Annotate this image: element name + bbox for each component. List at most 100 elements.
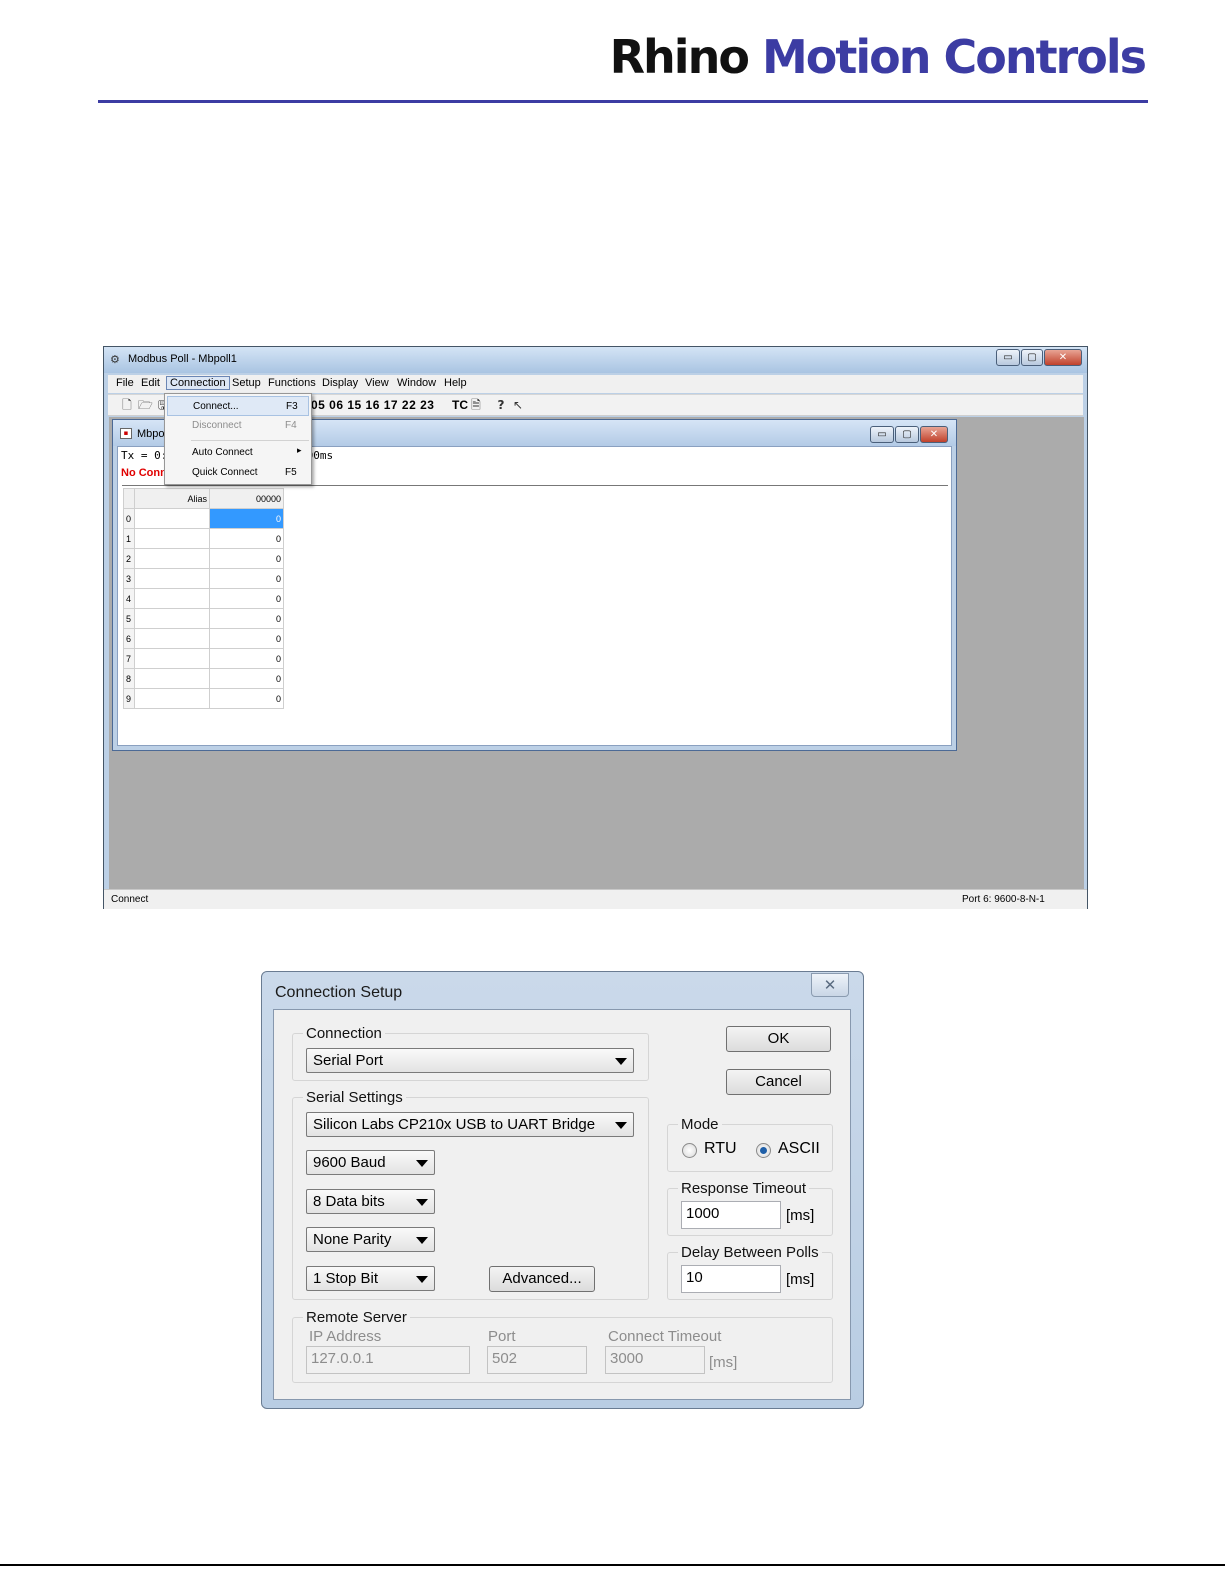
menu-item-disconnect[interactable]: Disconnect F4 (167, 416, 309, 436)
value-cell[interactable]: 0 (209, 548, 284, 569)
port-input[interactable]: 502 (487, 1346, 587, 1374)
menu-display[interactable]: Display (322, 377, 358, 389)
alias-cell[interactable] (134, 508, 210, 529)
function-code-buttons[interactable]: 05 06 15 16 17 22 23 (311, 398, 434, 412)
serial-port-select[interactable]: Silicon Labs CP210x USB to UART Bridge (306, 1112, 634, 1137)
child-maximize-button[interactable]: ▢ (895, 426, 919, 443)
main-title-bar[interactable]: ⚙ Modbus Poll - Mbpoll1 ▭ ▢ ✕ (104, 347, 1087, 373)
alias-cell[interactable] (134, 528, 210, 549)
dialog-title: Connection Setup (275, 984, 403, 1001)
menu-window[interactable]: Window (397, 377, 436, 389)
menu-item-auto-connect[interactable]: Auto Connect ▸ (167, 443, 309, 463)
child-close-button[interactable]: ✕ (920, 426, 948, 443)
value-cell[interactable]: 0 (209, 528, 284, 549)
menu-item-shortcut: F3 (286, 401, 298, 412)
context-help-icon[interactable]: ↖ (511, 398, 525, 412)
data-bits-select[interactable]: 8 Data bits (306, 1189, 435, 1214)
ip-address-input[interactable]: 127.0.0.1 (306, 1346, 470, 1374)
alias-header[interactable]: Alias (134, 488, 210, 509)
connection-group: Connection Serial Port (292, 1025, 649, 1081)
alias-cell[interactable] (134, 548, 210, 569)
cancel-button[interactable]: Cancel (726, 1069, 831, 1095)
maximize-button[interactable]: ▢ (1021, 349, 1043, 366)
menu-functions[interactable]: Functions (268, 377, 316, 389)
menu-item-shortcut: F5 (285, 467, 297, 478)
menu-item-label: Auto Connect (192, 447, 253, 458)
register-table: Alias 00000 00 10 20 30 40 50 60 70 80 9… (123, 488, 284, 709)
minimize-button[interactable]: ▭ (996, 349, 1020, 366)
row-index: 2 (123, 548, 135, 569)
value-cell[interactable]: 0 (209, 608, 284, 629)
port-label: Port (488, 1328, 516, 1345)
value-cell[interactable]: 0 (209, 568, 284, 589)
ok-button[interactable]: OK (726, 1026, 831, 1052)
row-index: 7 (123, 648, 135, 669)
value-cell[interactable]: 0 (209, 688, 284, 709)
value-cell[interactable]: 0 (209, 508, 284, 529)
connect-timeout-input[interactable]: 3000 (605, 1346, 705, 1374)
data-bits-value: 8 Data bits (313, 1193, 385, 1210)
logo-text-motion-controls: Motion Controls (761, 30, 1147, 84)
rtu-radio[interactable] (682, 1143, 697, 1158)
alias-cell[interactable] (134, 608, 210, 629)
menu-connection[interactable]: Connection (166, 376, 230, 390)
remote-server-group: Remote Server IP Address 127.0.0.1 Port … (292, 1309, 833, 1383)
menu-file[interactable]: File (116, 377, 134, 389)
alias-cell[interactable] (134, 668, 210, 689)
dialog-close-button[interactable]: ✕ (811, 973, 849, 997)
row-index: 4 (123, 588, 135, 609)
menu-item-connect[interactable]: Connect... F3 (167, 396, 309, 416)
mode-group: Mode RTU ASCII (667, 1116, 833, 1172)
child-content: Tx = 0: E 000ms No Conn Alias 00000 00 1… (117, 446, 952, 746)
menu-bar: File Edit Connection Setup Functions Dis… (108, 375, 1083, 393)
delay-between-polls-unit: [ms] (786, 1271, 815, 1288)
alias-cell[interactable] (134, 568, 210, 589)
new-file-icon[interactable]: 🗋 (120, 398, 134, 412)
dropdown-arrow-icon (416, 1199, 428, 1206)
delay-between-polls-label: Delay Between Polls (678, 1244, 822, 1261)
tc-button[interactable]: TC (452, 398, 468, 412)
alias-cell[interactable] (134, 588, 210, 609)
value-cell[interactable]: 0 (209, 628, 284, 649)
menu-item-label: Disconnect (192, 420, 242, 431)
menu-item-shortcut: F4 (285, 420, 297, 431)
help-icon[interactable]: ? (494, 398, 508, 412)
dropdown-arrow-icon (416, 1276, 428, 1283)
menu-help[interactable]: Help (444, 377, 467, 389)
ascii-label[interactable]: ASCII (778, 1140, 820, 1158)
monitor-icon[interactable]: 🗎 (469, 398, 483, 412)
alias-cell[interactable] (134, 648, 210, 669)
advanced-button[interactable]: Advanced... (489, 1266, 595, 1292)
submenu-arrow-icon: ▸ (297, 445, 302, 455)
mode-label: Mode (678, 1116, 722, 1133)
address-header[interactable]: 00000 (209, 488, 284, 509)
ascii-radio[interactable] (756, 1143, 771, 1158)
close-button[interactable]: ✕ (1044, 349, 1082, 366)
value-cell[interactable]: 0 (209, 648, 284, 669)
table-row: 40 (123, 588, 284, 609)
baud-select[interactable]: 9600 Baud (306, 1150, 435, 1175)
table-corner (123, 488, 135, 509)
open-folder-icon[interactable]: 🗁 (138, 398, 153, 412)
value-cell[interactable]: 0 (209, 588, 284, 609)
connection-status: No Conn (121, 467, 167, 479)
menu-view[interactable]: View (365, 377, 389, 389)
menu-setup[interactable]: Setup (232, 377, 261, 389)
rtu-label[interactable]: RTU (704, 1140, 737, 1158)
delay-between-polls-input[interactable]: 10 (681, 1265, 781, 1293)
response-timeout-input[interactable]: 1000 (681, 1201, 781, 1229)
menu-item-label: Quick Connect (192, 467, 258, 478)
stop-bits-select[interactable]: 1 Stop Bit (306, 1266, 435, 1291)
menu-item-quick-connect[interactable]: Quick Connect F5 (167, 463, 309, 483)
alias-cell[interactable] (134, 628, 210, 649)
status-port-text: Port 6: 9600-8-N-1 (962, 894, 1045, 905)
value-cell[interactable]: 0 (209, 668, 284, 689)
table-row: 60 (123, 628, 284, 649)
connection-type-select[interactable]: Serial Port (306, 1048, 634, 1073)
dropdown-arrow-icon (416, 1160, 428, 1167)
alias-cell[interactable] (134, 688, 210, 709)
connection-type-value: Serial Port (313, 1052, 384, 1069)
parity-select[interactable]: None Parity (306, 1227, 435, 1252)
child-minimize-button[interactable]: ▭ (870, 426, 894, 443)
menu-edit[interactable]: Edit (141, 377, 160, 389)
